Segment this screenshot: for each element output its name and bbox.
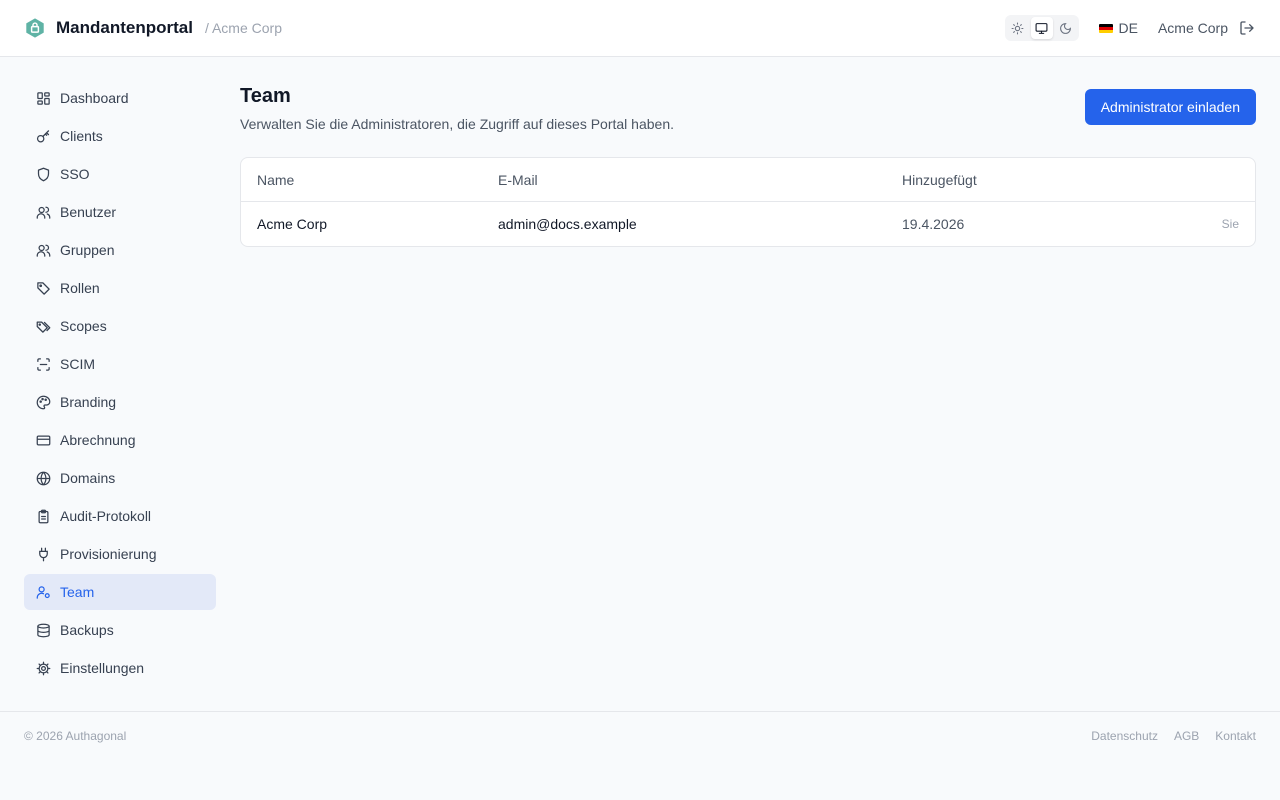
clipboard-icon — [38, 509, 49, 523]
sidebar-item-dashboard[interactable]: Dashboard — [24, 80, 216, 116]
credit-card-icon — [36, 435, 51, 445]
cell-added: 19.4.2026 — [902, 216, 965, 232]
current-user-badge: Sie — [1221, 217, 1239, 231]
sun-icon — [1011, 22, 1024, 34]
theme-switcher — [1004, 15, 1079, 41]
sidebar-item-scopes[interactable]: Scopes — [24, 308, 216, 344]
sidebar-item-label: Team — [60, 584, 95, 600]
logout-button[interactable] — [1238, 19, 1256, 37]
tag-icon — [37, 281, 50, 295]
copyright: © 2026 Authagonal — [24, 729, 127, 743]
theme-dark-button[interactable] — [1055, 17, 1077, 39]
sidebar-item-label: Backups — [60, 622, 114, 638]
app-title: Mandantenportal — [56, 18, 193, 37]
plug-icon — [39, 547, 48, 561]
key-icon — [36, 129, 50, 142]
team-table: Name E-Mail Hinzugefügt Acme Corp admin@… — [240, 157, 1256, 247]
sidebar-item-backups[interactable]: Backups — [24, 612, 216, 648]
cell-name: Acme Corp — [257, 216, 328, 232]
footer-links: Datenschutz AGB Kontakt — [1091, 729, 1256, 743]
footer-link-kontakt[interactable]: Kontakt — [1215, 729, 1256, 743]
user-cog-icon — [36, 585, 50, 599]
footer-link-agb[interactable]: AGB — [1174, 729, 1199, 743]
sidebar-item-label: Domains — [60, 470, 116, 486]
theme-system-button[interactable] — [1030, 17, 1053, 39]
column-header-added: Hinzugefügt — [902, 171, 977, 188]
users-icon — [36, 244, 51, 257]
sidebar-item-label: Clients — [60, 128, 103, 144]
globe-icon — [36, 471, 51, 485]
sidebar-item-einstellungen[interactable]: Einstellungen — [24, 650, 216, 686]
language-label: DE — [1118, 20, 1138, 36]
language-selector[interactable]: DE — [1098, 20, 1138, 36]
sidebar-item-benutzer[interactable]: Benutzer — [24, 194, 216, 230]
sidebar-item-label: Einstellungen — [60, 660, 145, 676]
gear-icon — [36, 661, 51, 675]
palette-icon — [36, 395, 51, 409]
sidebar-nav: Dashboard Clients SSO Benutzer Gruppen R… — [24, 80, 216, 688]
sidebar-item-provisionierung[interactable]: Provisionierung — [24, 536, 216, 572]
sidebar-item-abrechnung[interactable]: Abrechnung — [24, 422, 216, 458]
sidebar-item-label: Scopes — [60, 318, 107, 334]
dashboard-icon — [37, 91, 50, 105]
sidebar-item-label: SCIM — [60, 356, 95, 372]
sidebar-item-label: Branding — [60, 394, 117, 410]
sidebar-item-label: Audit-Protokoll — [60, 508, 152, 524]
sidebar-item-sso[interactable]: SSO — [24, 156, 216, 192]
sidebar-item-label: Gruppen — [60, 242, 115, 258]
sidebar-item-audit-protokoll[interactable]: Audit-Protokoll — [24, 498, 216, 534]
sidebar-item-team[interactable]: Team — [24, 574, 216, 610]
scan-icon — [37, 357, 50, 371]
breadcrumb: / Acme Corp — [204, 20, 282, 36]
monitor-icon — [1035, 22, 1048, 34]
sidebar-item-label: Rollen — [60, 280, 100, 296]
tenant-name: Acme Corp — [1157, 20, 1228, 36]
shield-icon — [37, 167, 50, 181]
footer-link-datenschutz[interactable]: Datenschutz — [1091, 729, 1158, 743]
sidebar-item-label: Benutzer — [60, 204, 117, 220]
page-footer: © 2026 Authagonal Datenschutz AGB Kontak… — [0, 711, 1280, 800]
top-header: Mandantenportal / Acme Corp DE Acme Corp — [0, 0, 1280, 57]
sidebar-item-label: Abrechnung — [60, 432, 136, 448]
sidebar-item-rollen[interactable]: Rollen — [24, 270, 216, 306]
logo-icon — [24, 17, 46, 39]
database-icon — [37, 623, 50, 637]
sidebar-item-label: SSO — [60, 166, 90, 182]
sidebar-item-clients[interactable]: Clients — [24, 118, 216, 154]
theme-light-button[interactable] — [1007, 17, 1029, 39]
sidebar-item-label: Provisionierung — [60, 546, 157, 562]
logout-icon — [1240, 21, 1254, 35]
invite-admin-button[interactable]: Administrator einladen — [1084, 89, 1256, 125]
users-icon — [36, 206, 51, 219]
sidebar-item-domains[interactable]: Domains — [24, 460, 216, 496]
sidebar-item-branding[interactable]: Branding — [24, 384, 216, 420]
moon-icon — [1060, 22, 1071, 34]
column-header-email: E-Mail — [498, 171, 538, 188]
flag-de-icon — [1098, 23, 1113, 33]
main-content: Team Verwalten Sie die Administratoren, … — [240, 84, 1256, 247]
table-header-row: Name E-Mail Hinzugefügt — [241, 158, 1255, 202]
sidebar-item-gruppen[interactable]: Gruppen — [24, 232, 216, 268]
tags-icon — [36, 321, 51, 333]
cell-email: admin@docs.example — [498, 216, 637, 232]
table-row: Acme Corp admin@docs.example 19.4.2026 S… — [241, 202, 1255, 246]
sidebar-item-label: Dashboard — [60, 90, 129, 106]
column-header-name: Name — [257, 171, 295, 188]
header-actions: DE Acme Corp — [1004, 15, 1256, 41]
sidebar-item-scim[interactable]: SCIM — [24, 346, 216, 382]
